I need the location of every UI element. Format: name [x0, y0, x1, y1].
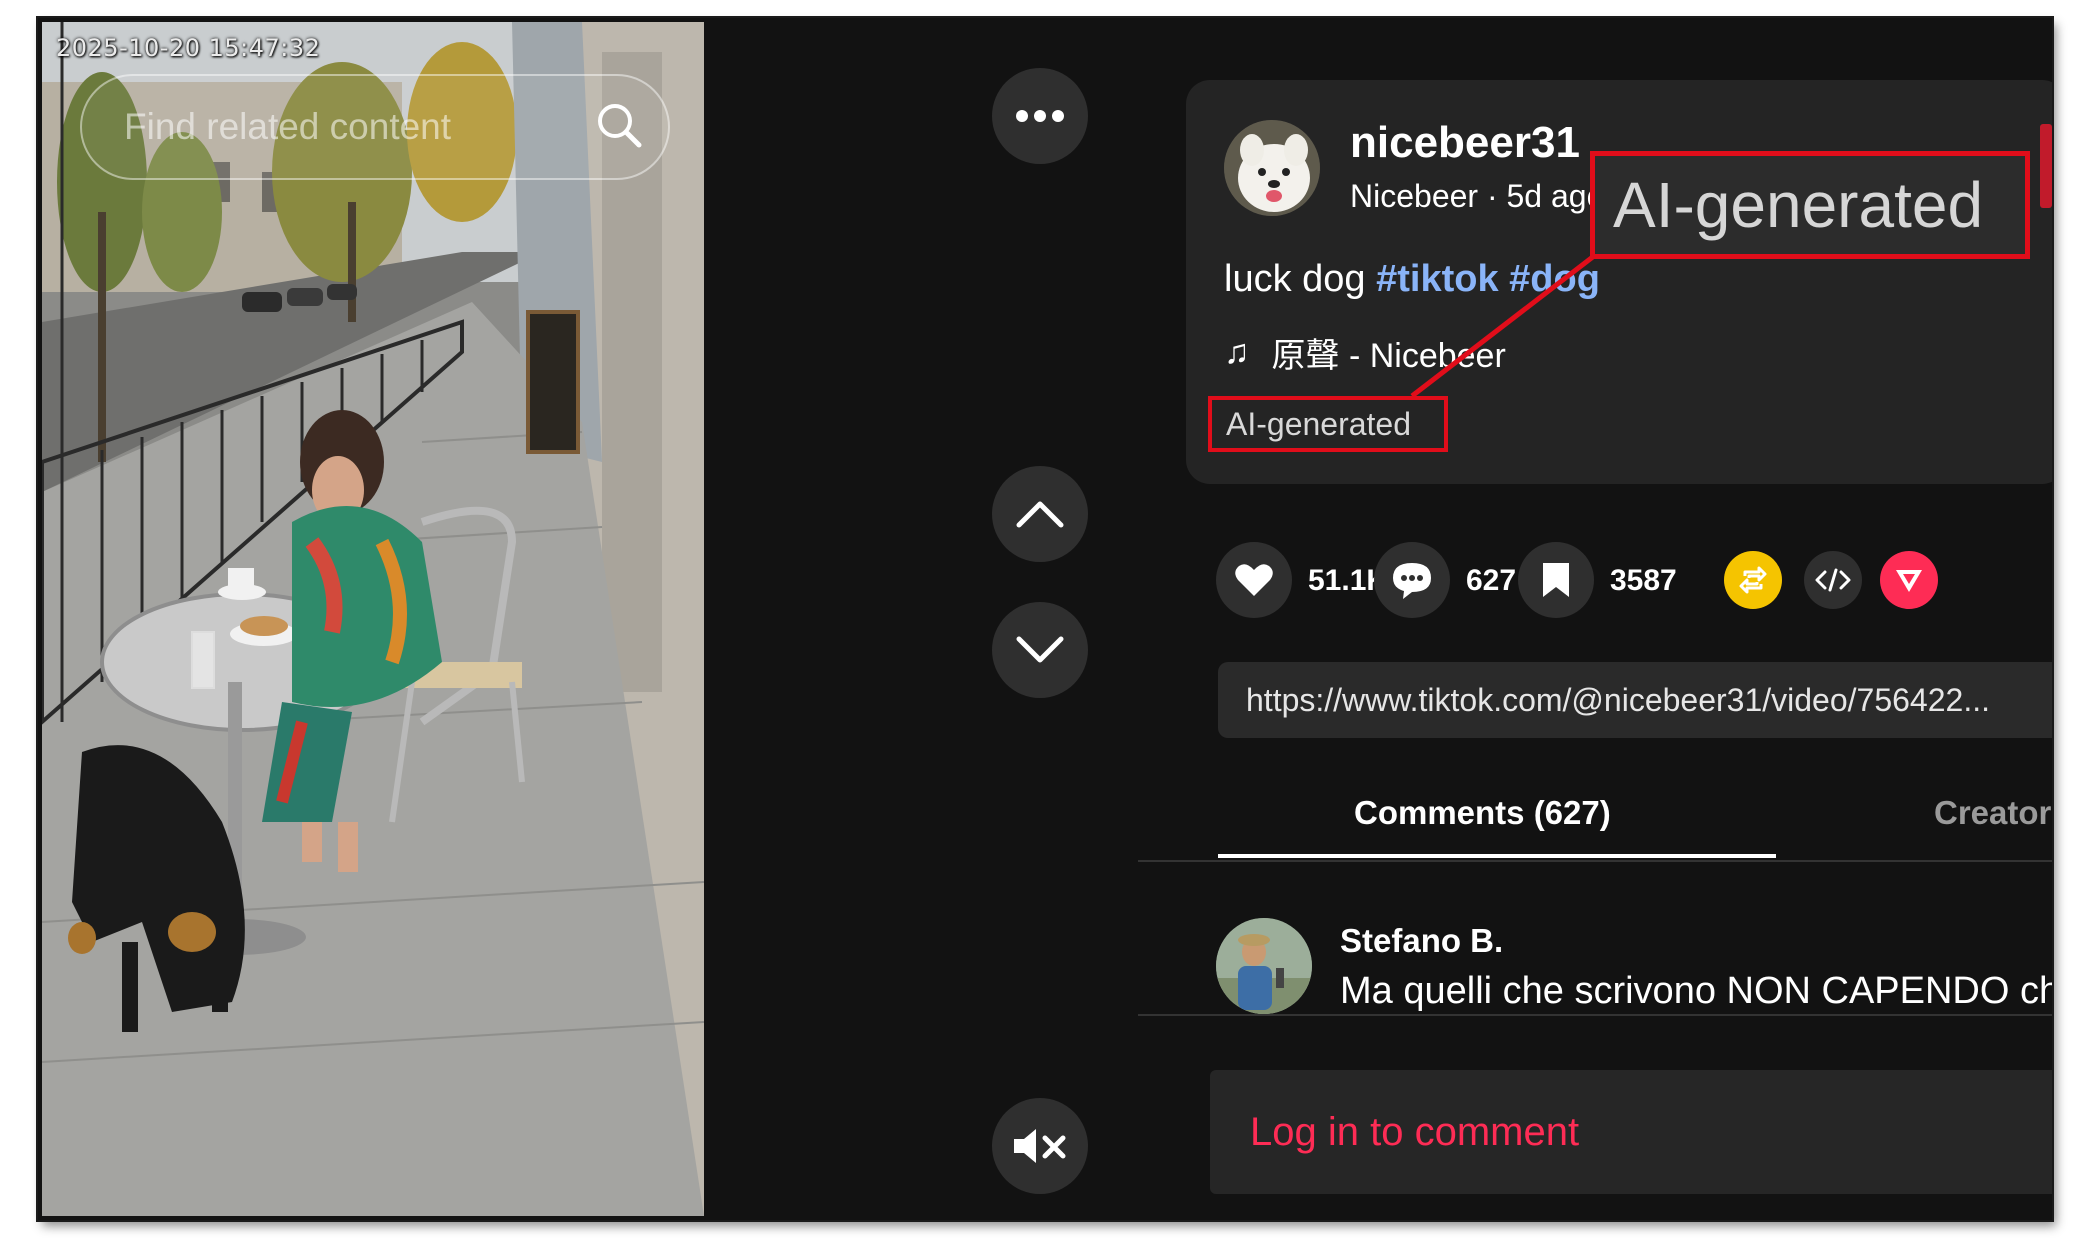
- chevron-down-icon: [1016, 636, 1064, 663]
- comment-count: 627: [1466, 564, 1517, 597]
- tabs-divider: [1138, 860, 2052, 862]
- post-info-card: nicebeer31 Nicebeer · 5d ago luck dog #t…: [1186, 80, 2052, 484]
- previous-video-button[interactable]: [992, 466, 1088, 562]
- video-player[interactable]: 2025-10-20 15:47:32 Find related content: [42, 22, 704, 1216]
- tab-comments[interactable]: Comments (627): [1354, 794, 1611, 832]
- send-icon: [1896, 570, 1922, 592]
- save-count: 3587: [1610, 564, 1677, 597]
- comment-button[interactable]: [1374, 542, 1450, 618]
- search-box[interactable]: Find related content: [80, 74, 670, 180]
- hashtag-tiktok[interactable]: #tiktok: [1376, 258, 1498, 300]
- commenter-name[interactable]: Stefano B.: [1340, 922, 1503, 960]
- commenter-avatar[interactable]: [1216, 918, 1312, 1014]
- music-track[interactable]: ♫ 原聲 - Nicebeer: [1224, 328, 1506, 377]
- share-button[interactable]: [1880, 551, 1938, 609]
- mute-button[interactable]: [992, 1098, 1088, 1194]
- comment-text: Ma quelli che scrivono NON CAPENDO che: [1340, 970, 2052, 1012]
- bookmark-icon: [1543, 563, 1569, 597]
- login-to-comment-bar[interactable]: Log in to comment: [1210, 1070, 2052, 1194]
- active-tab-indicator: [1218, 854, 1776, 858]
- author-avatar[interactable]: [1224, 120, 1320, 216]
- next-video-button[interactable]: [992, 602, 1088, 698]
- more-horizontal-icon: [1016, 110, 1064, 122]
- more-options-button[interactable]: [992, 68, 1088, 164]
- player-controls: [704, 18, 1138, 1220]
- ai-generated-zoom-callout: AI-generated: [1590, 151, 2030, 259]
- ai-generated-label: AI-generated: [1208, 396, 1448, 452]
- search-placeholder: Find related content: [124, 106, 452, 147]
- tab-creator-videos[interactable]: Creator videos: [1934, 794, 2052, 832]
- comment-divider: [1138, 1014, 2052, 1016]
- author-subline: Nicebeer · 5d ago: [1350, 178, 1605, 214]
- heart-icon: [1235, 564, 1273, 596]
- login-to-comment-link[interactable]: Log in to comment: [1250, 1110, 1579, 1155]
- video-frame-image: [42, 22, 704, 1216]
- embed-button[interactable]: [1804, 551, 1862, 609]
- volume-muted-icon: [1014, 1129, 1066, 1163]
- partial-red-tab: [2040, 124, 2052, 208]
- post-caption: luck dog #tiktok #dog: [1224, 258, 1600, 301]
- save-button[interactable]: [1518, 542, 1594, 618]
- caption-text: luck dog: [1224, 258, 1366, 300]
- app-window: 2025-10-20 15:47:32 Find related content: [38, 18, 2052, 1220]
- comment-bubble-icon: [1393, 563, 1431, 599]
- repost-icon: [1739, 566, 1767, 594]
- chevron-up-icon: [1016, 501, 1064, 528]
- repost-button[interactable]: [1724, 551, 1782, 609]
- video-timestamp: 2025-10-20 15:47:32: [56, 34, 321, 62]
- embed-code-icon: [1815, 568, 1851, 592]
- music-title: 原聲 - Nicebeer: [1271, 337, 1506, 375]
- author-username[interactable]: nicebeer31: [1350, 118, 1580, 168]
- share-url-field[interactable]: https://www.tiktok.com/@nicebeer31/video…: [1218, 662, 2052, 738]
- hashtag-dog[interactable]: #dog: [1509, 258, 1600, 300]
- search-icon[interactable]: [594, 100, 644, 155]
- like-button[interactable]: [1216, 542, 1292, 618]
- music-note-icon: ♫: [1224, 333, 1250, 371]
